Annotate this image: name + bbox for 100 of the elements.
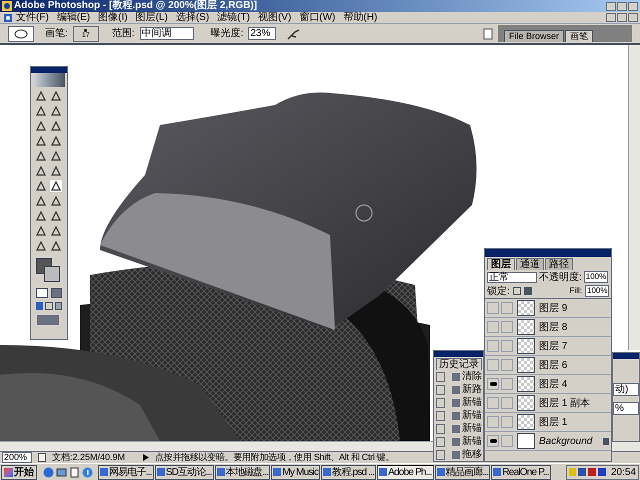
layer-name[interactable]: 图层 7: [539, 338, 568, 354]
history-source-checkbox[interactable]: [436, 410, 445, 420]
history-item[interactable]: 清除: [462, 372, 482, 382]
brush-cursor-icon: [356, 204, 372, 222]
taskbar-button[interactable]: RealOne P...: [491, 464, 551, 480]
history-item[interactable]: 新锚: [462, 410, 482, 420]
desktop-icon[interactable]: [56, 466, 67, 478]
window-title: Adobe Photoshop - [教程.psd @ 200%(图层 2,RGB)]: [14, 1, 258, 11]
history-item[interactable]: 新锚: [462, 398, 482, 408]
history-source-checkbox[interactable]: [436, 436, 445, 446]
window-icon: [493, 468, 502, 476]
history-item[interactable]: 新锚: [462, 424, 482, 434]
taskbar-button[interactable]: 本地磁盘...: [214, 464, 270, 480]
menu-item[interactable]: 视图(V): [258, 12, 292, 22]
link-toggle[interactable]: [501, 397, 513, 409]
palette-tab[interactable]: 画笔: [565, 30, 594, 42]
taskbar-button[interactable]: 网易电子...: [98, 464, 154, 480]
layers-panel-tab[interactable]: 通道: [516, 258, 544, 270]
link-toggle[interactable]: [501, 340, 513, 352]
link-toggle[interactable]: [501, 321, 513, 333]
layer-name[interactable]: Background: [539, 434, 592, 448]
opacity-field[interactable]: 100%: [584, 271, 608, 283]
layer-name[interactable]: 图层 6: [539, 358, 568, 372]
window-icon: [216, 468, 225, 476]
taskbar-button[interactable]: Adobe Ph...: [377, 464, 434, 480]
vertical-scrollbar[interactable]: [628, 45, 640, 350]
history-tab[interactable]: 历史记录: [436, 358, 482, 370]
visibility-toggle[interactable]: [487, 416, 499, 428]
visibility-toggle[interactable]: [487, 321, 499, 333]
maximize-button[interactable]: [617, 2, 627, 10]
brush-label: 画笔:: [45, 27, 68, 41]
status-hint: 点按并拖移以变暗。要用附加选项，使用 Shift、Alt 和 Ctrl 键。: [155, 450, 394, 464]
start-label: 开始: [14, 466, 34, 480]
taskbar-button[interactable]: My Music: [271, 464, 320, 480]
link-toggle[interactable]: [501, 302, 513, 314]
fill-field[interactable]: 100%: [585, 285, 609, 297]
zoom-field[interactable]: 200%: [2, 452, 32, 463]
range-dropdown[interactable]: 中间调: [140, 27, 194, 40]
link-toggle[interactable]: [501, 378, 513, 390]
exposure-field[interactable]: 23%: [248, 27, 276, 40]
value-field[interactable]: %: [613, 402, 639, 415]
eye-icon: [490, 382, 496, 386]
menu-item[interactable]: 图层(L): [136, 12, 168, 22]
visibility-toggle[interactable]: [487, 359, 499, 371]
dropdown-field[interactable]: 动): [613, 383, 639, 396]
standard-mode-icon[interactable]: [36, 288, 48, 298]
notepad-icon[interactable]: [69, 466, 80, 478]
history-item[interactable]: 拖移: [462, 450, 482, 460]
link-toggle[interactable]: [501, 416, 513, 428]
windows-logo-icon: [4, 468, 13, 476]
layer-thumbnail: [517, 433, 535, 449]
tool-preset-button[interactable]: [8, 26, 34, 42]
menu-item[interactable]: 编辑(E): [56, 12, 90, 22]
layer-name[interactable]: 图层 1: [539, 414, 568, 430]
player-icon[interactable]: [82, 466, 93, 478]
visibility-toggle[interactable]: [487, 340, 499, 352]
layer-name[interactable]: 图层 8: [539, 320, 568, 334]
arrow-icon[interactable]: [143, 454, 150, 461]
window-icon: [156, 468, 165, 476]
menu-item[interactable]: 文件(F): [16, 12, 49, 22]
visibility-toggle[interactable]: [487, 397, 499, 409]
history-item[interactable]: 新路: [462, 384, 482, 394]
layer-name[interactable]: 图层 1 副本: [539, 396, 590, 410]
window-icon: [100, 468, 108, 476]
history-source-checkbox[interactable]: [436, 384, 445, 394]
restore-button[interactable]: [617, 13, 627, 22]
brush-tip-icon: [84, 28, 88, 32]
layer-thumbnail: [517, 357, 535, 373]
layer-name[interactable]: 图层 4: [539, 376, 568, 392]
visibility-toggle[interactable]: [487, 378, 499, 390]
layer-name[interactable]: 图层 9: [539, 300, 568, 316]
menu-item[interactable]: 窗口(W): [299, 12, 336, 22]
taskbar-button[interactable]: SD互动论...: [154, 464, 214, 480]
menu-item[interactable]: 帮助(H): [343, 12, 378, 22]
taskbar-button[interactable]: 教程.psd ...: [321, 464, 376, 480]
quick-mask-icon[interactable]: [50, 288, 62, 298]
history-item[interactable]: 新锚: [462, 436, 482, 446]
layers-panel-tab[interactable]: 图层: [487, 258, 515, 270]
layer-thumbnail: [517, 414, 535, 430]
link-toggle[interactable]: [501, 435, 513, 447]
layers-panel-tab[interactable]: 路径: [545, 258, 573, 270]
window-icon: [323, 468, 332, 476]
airbrush-icon[interactable]: [287, 28, 302, 40]
background-color-swatch[interactable]: [44, 266, 60, 282]
link-toggle[interactable]: [501, 359, 513, 371]
history-source-checkbox[interactable]: [436, 424, 445, 434]
window-icon: [436, 468, 445, 476]
visibility-toggle[interactable]: [487, 302, 499, 314]
menu-item[interactable]: 选择(S): [176, 12, 210, 22]
visibility-toggle[interactable]: [487, 435, 499, 447]
history-source-checkbox[interactable]: [436, 398, 445, 408]
history-source-checkbox[interactable]: [436, 450, 445, 460]
history-source-checkbox[interactable]: [436, 372, 445, 382]
menu-item[interactable]: 图像(I): [98, 12, 128, 22]
start-button[interactable]: 开始: [1, 464, 37, 480]
taskbar-button[interactable]: 精品画廊...: [434, 464, 490, 480]
document-icon[interactable]: [483, 28, 493, 40]
menu-item[interactable]: 滤镜(T): [217, 12, 250, 22]
palette-tab[interactable]: File Browser: [504, 30, 564, 42]
blend-mode-dropdown[interactable]: 正常: [487, 272, 537, 282]
